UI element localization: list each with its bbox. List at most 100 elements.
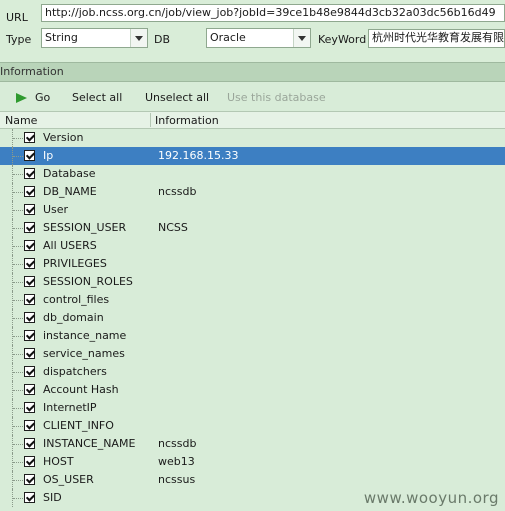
tree-connector <box>13 138 23 139</box>
tree-connector <box>13 498 23 499</box>
row-name: PRIVILEGES <box>43 257 107 270</box>
row-name: service_names <box>43 347 125 360</box>
row-checkbox[interactable] <box>24 132 35 143</box>
table-row[interactable]: DB_NAME ncssdb <box>0 183 505 201</box>
row-name: instance_name <box>43 329 127 342</box>
table-row[interactable]: SESSION_USER NCSS <box>0 219 505 237</box>
row-name: HOST <box>43 455 74 468</box>
row-checkbox[interactable] <box>24 258 35 269</box>
play-icon[interactable] <box>16 93 27 103</box>
go-button[interactable]: Go <box>35 91 50 104</box>
row-name: db_domain <box>43 311 104 324</box>
table-row[interactable]: OS_USER ncssus <box>0 471 505 489</box>
row-checkbox[interactable] <box>24 438 35 449</box>
row-checkbox[interactable] <box>24 402 35 413</box>
row-checkbox[interactable] <box>24 474 35 485</box>
row-checkbox[interactable] <box>24 294 35 305</box>
table-row[interactable]: Version <box>0 129 505 147</box>
url-label: URL <box>6 11 28 24</box>
row-checkbox[interactable] <box>24 366 35 377</box>
row-checkbox[interactable] <box>24 330 35 341</box>
db-select[interactable]: Oracle <box>206 28 311 48</box>
row-name: Database <box>43 167 96 180</box>
table-row[interactable]: control_files <box>0 291 505 309</box>
table-row[interactable]: Ip 192.168.15.33 <box>0 147 505 165</box>
tree-connector <box>13 174 23 175</box>
type-label: Type <box>6 33 32 46</box>
table-row[interactable]: dispatchers <box>0 363 505 381</box>
table-row[interactable]: HOST web13 <box>0 453 505 471</box>
tree-connector <box>13 372 23 373</box>
table-row[interactable]: SESSION_ROLES <box>0 273 505 291</box>
row-name: InternetIP <box>43 401 97 414</box>
row-checkbox[interactable] <box>24 240 35 251</box>
row-name: SESSION_USER <box>43 221 127 234</box>
table-row[interactable]: service_names <box>0 345 505 363</box>
table-row[interactable]: db_domain <box>0 309 505 327</box>
tree-connector <box>13 408 23 409</box>
table-row[interactable]: User <box>0 201 505 219</box>
table-row[interactable]: Database <box>0 165 505 183</box>
tree-connector <box>13 462 23 463</box>
column-header-name[interactable]: Name <box>5 114 37 127</box>
row-checkbox[interactable] <box>24 204 35 215</box>
column-divider[interactable] <box>150 113 151 127</box>
row-checkbox[interactable] <box>24 276 35 287</box>
row-name: SID <box>43 491 62 504</box>
toolbar: Go Select all Unselect all Use this data… <box>0 82 505 110</box>
table-row[interactable]: All USERS <box>0 237 505 255</box>
row-name: SESSION_ROLES <box>43 275 133 288</box>
row-name: INSTANCE_NAME <box>43 437 136 450</box>
row-name: dispatchers <box>43 365 107 378</box>
table-row[interactable]: instance_name <box>0 327 505 345</box>
keyword-label: KeyWord <box>318 33 367 46</box>
row-checkbox[interactable] <box>24 348 35 359</box>
table-row[interactable]: InternetIP <box>0 399 505 417</box>
row-information: NCSS <box>158 221 188 234</box>
watermark: www.wooyun.org <box>363 489 499 507</box>
row-name: Version <box>43 131 84 144</box>
db-label: DB <box>154 33 171 46</box>
row-checkbox[interactable] <box>24 420 35 431</box>
select-all-button[interactable]: Select all <box>72 91 122 104</box>
tree-connector <box>13 390 23 391</box>
row-name: User <box>43 203 69 216</box>
table-row[interactable]: CLIENT_INFO <box>0 417 505 435</box>
row-checkbox[interactable] <box>24 492 35 503</box>
keyword-input[interactable]: 杭州时代光华教育发展有限 <box>368 29 505 48</box>
use-this-database-button[interactable]: Use this database <box>227 91 326 104</box>
row-checkbox[interactable] <box>24 168 35 179</box>
url-input[interactable]: http://job.ncss.org.cn/job/view_job?jobI… <box>41 4 505 22</box>
row-checkbox[interactable] <box>24 222 35 233</box>
type-select[interactable]: String <box>41 28 148 48</box>
row-checkbox[interactable] <box>24 456 35 467</box>
table-row[interactable]: Account Hash <box>0 381 505 399</box>
tree-connector <box>13 426 23 427</box>
tree-connector <box>13 264 23 265</box>
tree-connector <box>13 210 23 211</box>
row-name: DB_NAME <box>43 185 97 198</box>
row-name: control_files <box>43 293 110 306</box>
row-checkbox[interactable] <box>24 186 35 197</box>
unselect-all-button[interactable]: Unselect all <box>145 91 209 104</box>
chevron-down-icon[interactable] <box>130 29 147 47</box>
information-section-header: Information <box>0 62 505 82</box>
tree-connector <box>13 480 23 481</box>
row-name: All USERS <box>43 239 97 252</box>
row-information: ncssus <box>158 473 196 486</box>
row-checkbox[interactable] <box>24 384 35 395</box>
tree-connector <box>13 444 23 445</box>
row-information: web13 <box>158 455 195 468</box>
tree-connector <box>13 246 23 247</box>
query-form: URL http://job.ncss.org.cn/job/view_job?… <box>0 0 505 62</box>
chevron-down-icon[interactable] <box>293 29 310 47</box>
row-checkbox[interactable] <box>24 312 35 323</box>
tree-connector <box>13 282 23 283</box>
column-header-information[interactable]: Information <box>155 114 219 127</box>
grid-rows: Version Ip 192.168.15.33 Database DB_NAME ncs… <box>0 129 505 507</box>
table-row[interactable]: PRIVILEGES <box>0 255 505 273</box>
row-checkbox[interactable] <box>24 150 35 161</box>
table-row[interactable]: INSTANCE_NAME ncssdb <box>0 435 505 453</box>
row-name: OS_USER <box>43 473 94 486</box>
tree-connector <box>13 336 23 337</box>
